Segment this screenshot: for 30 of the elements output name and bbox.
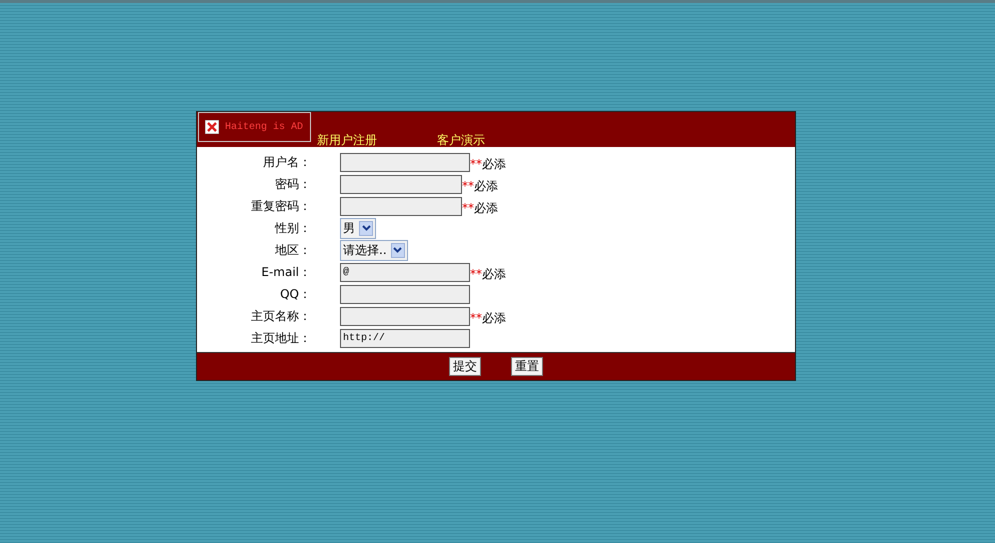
required-note: **必添 xyxy=(470,266,506,283)
select-field[interactable]: 男 xyxy=(340,218,376,238)
input-field[interactable] xyxy=(340,152,470,172)
required-note: **必添 xyxy=(470,156,506,173)
required-note: **必添 xyxy=(462,178,498,195)
field-label: 性别： xyxy=(274,220,311,237)
input-field[interactable] xyxy=(340,284,470,304)
close-icon[interactable] xyxy=(205,120,219,134)
required-note: **必添 xyxy=(462,200,498,217)
field-label: E-mail： xyxy=(260,264,311,281)
required-note: **必添 xyxy=(470,310,506,327)
input-field[interactable]: @ xyxy=(340,262,470,282)
input-field[interactable] xyxy=(340,174,462,194)
form-button[interactable]: 重置 xyxy=(511,357,543,376)
header-link[interactable]: 新用户注册 xyxy=(317,134,377,147)
caret-icon xyxy=(362,225,370,231)
field-label: QQ： xyxy=(279,286,311,303)
input-field[interactable] xyxy=(340,196,462,216)
field-label: 密码： xyxy=(274,176,311,193)
input-field[interactable]: http:// xyxy=(340,328,470,348)
field-label: 主页地址： xyxy=(250,330,311,347)
field-label: 重复密码： xyxy=(250,198,311,215)
select-field[interactable]: 请选择.. xyxy=(340,240,408,260)
field-label: 主页名称： xyxy=(250,308,311,325)
header-link[interactable]: 客户演示 xyxy=(437,134,485,147)
field-label: 用户名： xyxy=(262,154,311,171)
form-button[interactable]: 提交 xyxy=(449,357,481,376)
input-field[interactable] xyxy=(340,306,470,326)
caret-icon xyxy=(393,247,402,253)
field-label: 地区： xyxy=(274,242,311,259)
